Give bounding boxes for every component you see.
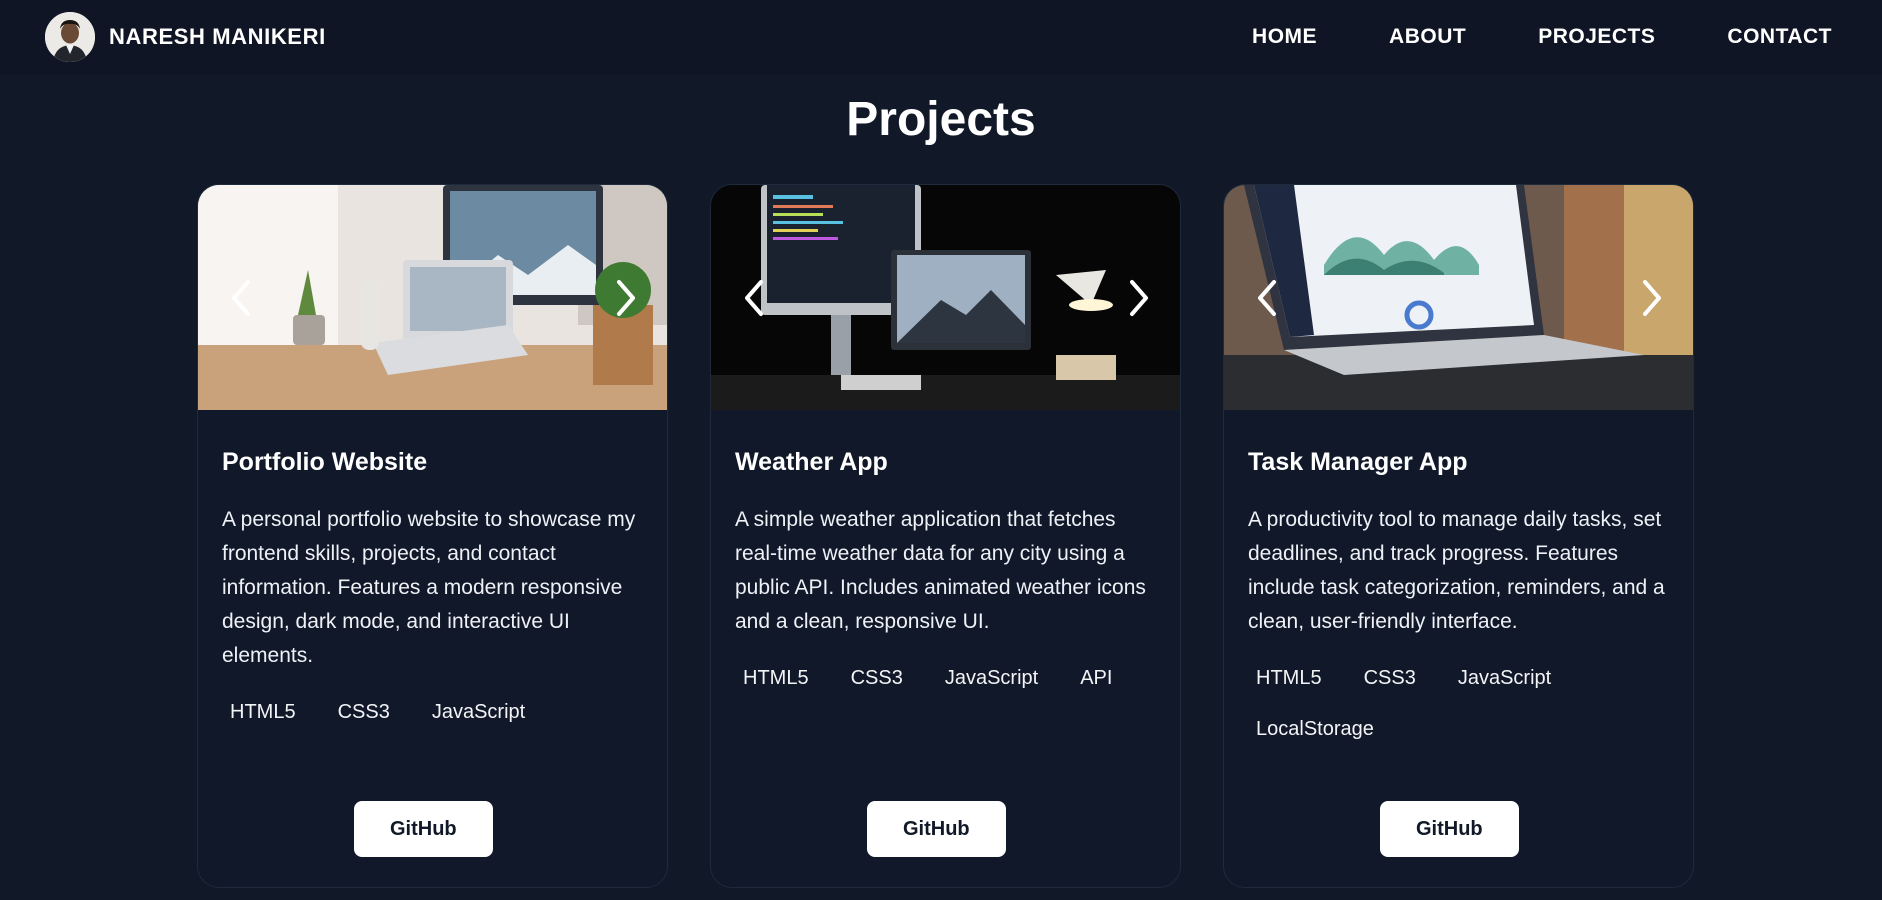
tech-tag: HTML5 xyxy=(1256,667,1322,689)
tech-tag: JavaScript xyxy=(944,667,1039,689)
tech-tag: CSS3 xyxy=(1363,667,1416,689)
carousel-next-button[interactable] xyxy=(607,270,647,326)
project-card-portfolio: Portfolio Website A personal portfolio w… xyxy=(197,184,668,888)
tech-tags: HTML5 CSS3 JavaScript xyxy=(214,691,643,742)
brand-name: NARESH MANIKERI xyxy=(109,24,326,49)
project-description: A productivity tool to manage daily task… xyxy=(1248,508,1665,633)
github-button[interactable]: GitHub xyxy=(867,801,1006,857)
nav-link-contact[interactable]: CONTACT xyxy=(1727,25,1832,49)
chevron-left-icon xyxy=(745,280,763,316)
tech-tag: HTML5 xyxy=(230,701,296,723)
nav-link-home[interactable]: HOME xyxy=(1252,25,1317,49)
nav-link-projects[interactable]: PROJECTS xyxy=(1538,25,1655,49)
project-card-task-manager: Task Manager App A productivity tool to … xyxy=(1223,184,1694,888)
chevron-right-icon xyxy=(1643,280,1661,316)
github-button[interactable]: GitHub xyxy=(354,801,493,857)
tech-tag: JavaScript xyxy=(431,701,526,723)
image-carousel xyxy=(711,185,1180,410)
tech-tag: API xyxy=(1080,667,1113,689)
carousel-prev-button[interactable] xyxy=(1246,270,1286,326)
project-description: A simple weather application that fetche… xyxy=(735,508,1146,633)
chevron-right-icon xyxy=(617,280,635,316)
carousel-prev-button[interactable] xyxy=(220,270,260,326)
project-title: Weather App xyxy=(735,448,888,476)
project-image xyxy=(711,185,1180,410)
tech-tags: HTML5 CSS3 JavaScript LocalStorage xyxy=(1240,657,1669,759)
brand[interactable]: NARESH MANIKERI xyxy=(45,12,326,62)
card-body: Weather App A simple weather application… xyxy=(711,410,1180,708)
carousel-next-button[interactable] xyxy=(1633,270,1673,326)
image-carousel xyxy=(198,185,667,410)
project-title: Portfolio Website xyxy=(222,448,428,476)
image-carousel xyxy=(1224,185,1693,410)
page-title: Projects xyxy=(846,93,1036,146)
carousel-next-button[interactable] xyxy=(1120,270,1160,326)
card-body: Task Manager App A productivity tool to … xyxy=(1224,410,1693,759)
card-body: Portfolio Website A personal portfolio w… xyxy=(198,410,667,742)
avatar xyxy=(45,12,95,62)
nav-links: HOME ABOUT PROJECTS CONTACT xyxy=(1252,25,1832,49)
navbar: NARESH MANIKERI HOME ABOUT PROJECTS CONT… xyxy=(0,0,1882,74)
tech-tag: HTML5 xyxy=(743,667,809,689)
nav-link-about[interactable]: ABOUT xyxy=(1389,25,1466,49)
tech-tag: CSS3 xyxy=(337,701,390,723)
carousel-prev-button[interactable] xyxy=(733,270,773,326)
tech-tag: JavaScript xyxy=(1457,667,1552,689)
project-description: A personal portfolio website to showcase… xyxy=(222,508,636,667)
chevron-left-icon xyxy=(1258,280,1276,316)
project-cards: Portfolio Website A personal portfolio w… xyxy=(197,184,1694,888)
tech-tags: HTML5 CSS3 JavaScript API xyxy=(727,657,1156,708)
tech-tag: LocalStorage xyxy=(1256,718,1374,740)
project-image xyxy=(1224,185,1693,410)
project-image xyxy=(198,185,667,410)
project-title: Task Manager App xyxy=(1248,448,1468,476)
chevron-left-icon xyxy=(232,280,250,316)
github-button[interactable]: GitHub xyxy=(1380,801,1519,857)
tech-tag: CSS3 xyxy=(850,667,903,689)
project-card-weather: Weather App A simple weather application… xyxy=(710,184,1181,888)
chevron-right-icon xyxy=(1130,280,1148,316)
